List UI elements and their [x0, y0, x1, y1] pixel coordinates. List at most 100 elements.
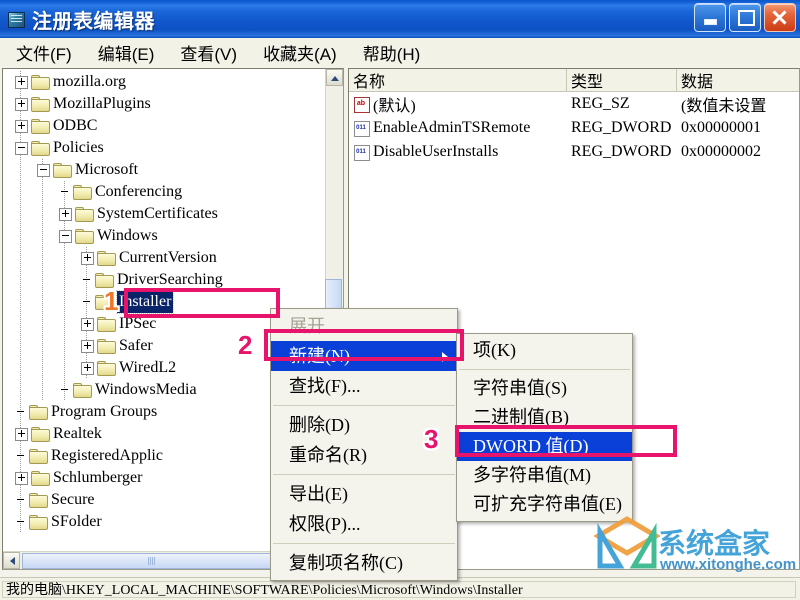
tree-item-label: SystemCertificates — [97, 205, 218, 222]
folder-icon — [31, 141, 50, 156]
context-menu-item[interactable]: 查找(F)... — [271, 371, 457, 401]
menu-item-edit[interactable]: 编辑(E) — [88, 38, 165, 67]
close-button[interactable] — [764, 3, 796, 32]
tree-guide-line — [42, 225, 43, 247]
menu-item-help[interactable]: 帮助(H) — [353, 38, 431, 67]
collapse-minus-icon[interactable] — [15, 141, 28, 155]
expand-plus-icon[interactable] — [81, 339, 94, 353]
tree-guide-line — [42, 269, 43, 291]
submenu-item[interactable]: 多字符串值(M) — [457, 461, 632, 490]
tree-item-driversearching[interactable]: DriverSearching — [3, 269, 343, 291]
tree-guide-line — [42, 379, 43, 401]
scroll-up-arrow-icon[interactable] — [326, 69, 343, 86]
submenu-item[interactable]: 字符串值(S) — [457, 374, 632, 403]
annotation-number-2: 2 — [237, 329, 254, 361]
registry-icon — [6, 9, 26, 29]
tree-item-odbc[interactable]: ODBC — [3, 115, 343, 137]
value-name: EnableAdminTSRemote — [373, 119, 531, 136]
context-menu-item-label: 复制项名称(C) — [289, 553, 403, 573]
context-menu-item[interactable]: 新建(N) — [271, 341, 457, 371]
scroll-left-arrow-icon[interactable] — [3, 552, 20, 569]
value-type-cell: REG_SZ — [571, 95, 630, 112]
status-bar-path: 我的电脑\HKEY_LOCAL_MACHINE\SOFTWARE\Policie… — [2, 580, 796, 598]
menu-separator — [273, 543, 455, 544]
window-controls — [694, 3, 796, 32]
title-bar: 注册表编辑器 — [0, 0, 800, 39]
collapse-minus-icon[interactable] — [59, 229, 72, 243]
expand-plus-icon[interactable] — [15, 75, 28, 89]
folder-icon — [95, 273, 114, 288]
menu-item-view[interactable]: 查看(V) — [170, 38, 247, 67]
folder-icon — [53, 163, 72, 178]
tree-item-microsoft[interactable]: Microsoft — [3, 159, 343, 181]
tree-guide-line — [20, 357, 21, 379]
column-header-name[interactable]: 名称 — [349, 69, 567, 91]
submenu-item[interactable]: 项(K) — [457, 336, 632, 365]
new-submenu[interactable]: 项(K) 字符串值(S) 二进制值(B) DWORD 值(D) 多字符串值(M) 可扩充字… — [456, 333, 633, 522]
minimize-button[interactable] — [694, 3, 726, 32]
column-header-data[interactable]: 数据 — [677, 69, 797, 91]
folder-icon — [97, 251, 116, 266]
tree-spacer — [15, 407, 26, 418]
folder-icon — [73, 185, 92, 200]
expand-plus-icon[interactable] — [81, 317, 94, 331]
tree-item-label: WiredL2 — [119, 359, 177, 376]
tree-guide-line — [42, 181, 43, 203]
table-row[interactable]: 011 EnableAdminTSRemote REG_DWORD 0x0000000… — [349, 116, 799, 140]
tree-guide-line — [64, 313, 65, 335]
tree-item-windows[interactable]: Windows — [3, 225, 343, 247]
tree-item-systemcertificates[interactable]: SystemCertificates — [3, 203, 343, 225]
expand-plus-icon[interactable] — [15, 471, 28, 485]
tree-item-currentversion[interactable]: CurrentVersion — [3, 247, 343, 269]
table-row[interactable]: ab (默认) REG_SZ (数值未设置 — [349, 92, 799, 116]
expand-plus-icon[interactable] — [81, 361, 94, 375]
tree-guide-line — [64, 291, 65, 313]
maximize-button[interactable] — [729, 3, 761, 32]
tree-item-label: MozillaPlugins — [53, 95, 151, 112]
dword-value-icon: 011 — [353, 144, 370, 161]
context-menu-item-label: 重命名(R) — [289, 445, 367, 465]
submenu-item[interactable]: 可扩充字符串值(E) — [457, 490, 632, 519]
value-data-cell: 0x00000002 — [681, 143, 761, 160]
expand-plus-icon[interactable] — [81, 251, 94, 265]
expand-plus-icon[interactable] — [15, 427, 28, 441]
tree-item-conferencing[interactable]: Conferencing — [3, 181, 343, 203]
column-header-type[interactable]: 类型 — [567, 69, 677, 91]
context-menu-item[interactable]: 复制项名称(C) — [271, 548, 457, 578]
tree-item-mozillaplugins[interactable]: MozillaPlugins — [3, 93, 343, 115]
expand-plus-icon[interactable] — [59, 207, 72, 221]
tree-item-label: Microsoft — [75, 161, 139, 178]
menu-separator — [459, 369, 630, 370]
submenu-item[interactable]: DWORD 值(D) — [457, 432, 632, 461]
tree-item-mozilla-org[interactable]: mozilla.org — [3, 71, 343, 93]
submenu-item[interactable]: 二进制值(B) — [457, 403, 632, 432]
tree-item-label: CurrentVersion — [119, 249, 217, 266]
value-name-cell: 011 EnableAdminTSRemote — [349, 119, 567, 137]
table-row[interactable]: 011 DisableUserInstalls REG_DWORD 0x0000000… — [349, 140, 799, 164]
context-menu-item[interactable]: 导出(E) — [271, 479, 457, 509]
tree-guide-line — [20, 247, 21, 269]
folder-icon — [73, 383, 92, 398]
annotation-number-3: 3 — [423, 423, 440, 455]
menu-separator — [273, 474, 455, 475]
horizontal-scroll-thumb[interactable] — [22, 553, 279, 569]
tree-item-label: Realtek — [53, 425, 102, 442]
tree-guide-line — [64, 269, 65, 291]
tree-item-policies[interactable]: Policies — [3, 137, 343, 159]
folder-icon — [97, 317, 116, 332]
context-menu-item-label: 删除(D) — [289, 415, 350, 435]
tree-item-label: Installer — [115, 290, 175, 314]
context-menu-item[interactable]: 权限(P)... — [271, 509, 457, 539]
submenu-item-label: 项(K) — [473, 340, 516, 360]
expand-plus-icon[interactable] — [15, 119, 28, 133]
tree-guide-line — [42, 291, 43, 313]
tree-spacer — [15, 451, 26, 462]
tree-guide-line — [64, 335, 65, 357]
context-menu-item-label: 展开 — [289, 316, 325, 336]
menu-item-file[interactable]: 文件(F) — [6, 38, 82, 67]
menu-item-favorites[interactable]: 收藏夹(A) — [253, 38, 347, 67]
value-name: (默认) — [373, 98, 416, 115]
expand-plus-icon[interactable] — [15, 97, 28, 111]
folder-icon — [75, 229, 94, 244]
collapse-minus-icon[interactable] — [37, 163, 50, 177]
